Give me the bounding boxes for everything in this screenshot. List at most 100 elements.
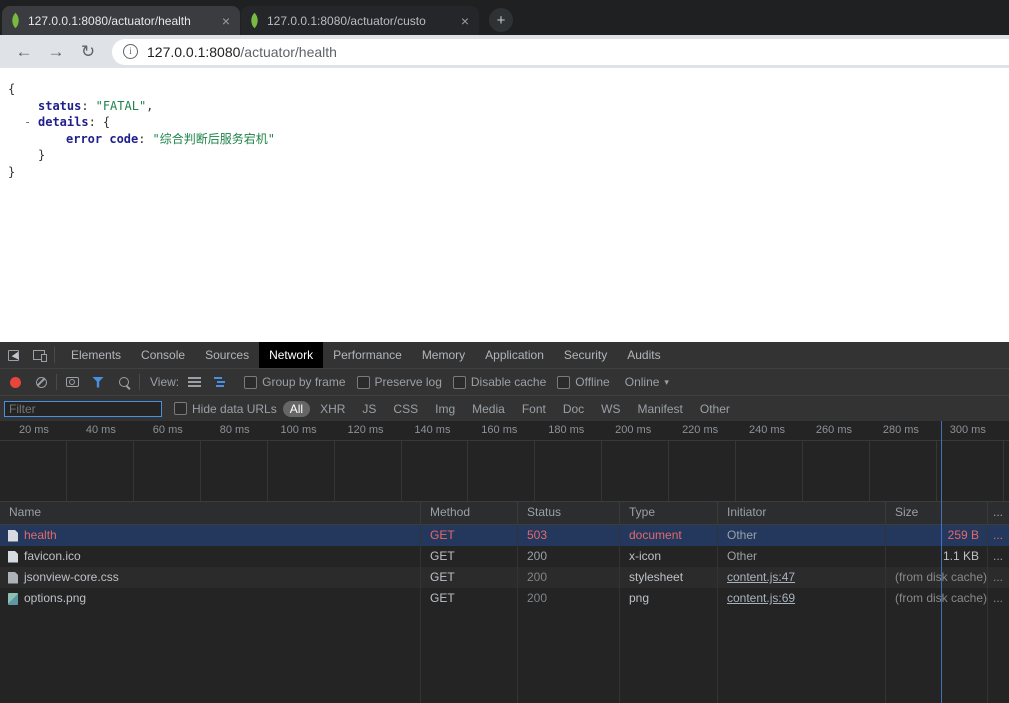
devtools-tab-console[interactable]: Console <box>131 342 195 368</box>
disable-cache-checkbox[interactable]: Disable cache <box>453 375 546 389</box>
network-request-row[interactable]: jsonview-core.cssGET200stylesheetcontent… <box>0 567 1009 588</box>
tab-close-icon[interactable]: × <box>459 14 471 28</box>
request-initiator-cell[interactable]: content.js:69 <box>718 588 886 609</box>
json-line: { <box>8 81 1009 98</box>
new-tab-button[interactable]: + <box>489 8 513 32</box>
small-request-rows-toggle[interactable] <box>181 369 207 395</box>
devtools-tab-application[interactable]: Application <box>475 342 554 368</box>
network-request-list: healthGET503documentOther259 B...favicon… <box>0 525 1009 609</box>
timeline-grid-cell <box>0 441 67 501</box>
json-colon: : <box>89 115 96 129</box>
request-type-cell: png <box>620 588 718 609</box>
clear-button[interactable] <box>28 369 54 395</box>
overview-waterfall-icon <box>214 377 227 387</box>
devtools-tab-memory[interactable]: Memory <box>412 342 475 368</box>
throttling-select[interactable]: Online▾ <box>625 375 669 389</box>
devtools-tab-security[interactable]: Security <box>554 342 617 368</box>
device-toolbar-button[interactable] <box>26 342 52 368</box>
request-initiator-cell: Other <box>718 546 886 567</box>
back-button[interactable]: ← <box>8 42 40 62</box>
request-type-filter-img[interactable]: Img <box>428 401 462 417</box>
request-size-cell: 259 B <box>886 525 988 546</box>
json-line: status:"FATAL", <box>8 98 1009 115</box>
request-type-filter-css[interactable]: CSS <box>386 401 425 417</box>
timeline-grid-cell <box>535 441 602 501</box>
column-header-name[interactable]: Name <box>0 502 421 524</box>
devtools-tabs: ElementsConsoleSourcesNetworkPerformance… <box>61 342 671 368</box>
network-request-row[interactable]: favicon.icoGET200x-iconOther1.1 KB... <box>0 546 1009 567</box>
timeline-grid-cell <box>669 441 736 501</box>
preserve-log-checkbox[interactable]: Preserve log <box>357 375 442 389</box>
devtools-tab-network[interactable]: Network <box>259 342 323 368</box>
record-button[interactable] <box>2 369 28 395</box>
timeline-grid-cell <box>870 441 937 501</box>
filter-toggle-button[interactable] <box>85 369 111 395</box>
filter-input[interactable] <box>4 401 162 417</box>
timeline-grid-cell <box>67 441 134 501</box>
devtools-tab-audits[interactable]: Audits <box>617 342 670 368</box>
checkbox-box <box>174 402 187 415</box>
search-button[interactable] <box>111 369 137 395</box>
url-path: /actuator/health <box>240 44 337 60</box>
timeline-tick-labels: 20 ms40 ms60 ms80 ms100 ms120 ms140 ms16… <box>0 421 1009 441</box>
timeline-grid-cell <box>937 441 1004 501</box>
show-overview-toggle[interactable] <box>207 369 233 395</box>
forward-button[interactable]: → <box>40 42 72 62</box>
network-request-row[interactable]: options.pngGET200pngcontent.js:69(from d… <box>0 588 1009 609</box>
column-header-method[interactable]: Method <box>421 502 518 524</box>
capture-screenshots-button[interactable] <box>59 369 85 395</box>
tab-close-icon[interactable]: × <box>220 14 232 28</box>
filler-cell <box>518 609 620 703</box>
request-type-filter-ws[interactable]: WS <box>594 401 627 417</box>
filler-cell <box>886 609 988 703</box>
request-type-filter-xhr[interactable]: XHR <box>313 401 352 417</box>
json-key-status: status <box>38 99 81 113</box>
network-request-row[interactable]: healthGET503documentOther259 B... <box>0 525 1009 546</box>
inspect-element-button[interactable] <box>0 342 26 368</box>
timeline-tick-label: 20 ms <box>0 421 67 440</box>
info-icon[interactable]: i <box>123 44 138 59</box>
timeline-tick-label: 260 ms <box>803 421 870 440</box>
request-name-label: health <box>24 525 57 546</box>
column-header-waterfall[interactable]: ... <box>988 502 1009 524</box>
browser-tab[interactable]: 127.0.0.1:8080/actuator/health× <box>2 6 240 35</box>
search-icon <box>119 377 129 387</box>
json-close-brace: } <box>38 148 45 162</box>
request-size-cell: (from disk cache) <box>886 567 988 588</box>
column-header-type[interactable]: Type <box>620 502 718 524</box>
devtools-tab-performance[interactable]: Performance <box>323 342 412 368</box>
devtools-tab-sources[interactable]: Sources <box>195 342 259 368</box>
request-waterfall-cell: ... <box>988 525 1009 546</box>
request-type-filter-manifest[interactable]: Manifest <box>631 401 690 417</box>
separator <box>139 374 140 390</box>
request-type-cell: stylesheet <box>620 567 718 588</box>
request-type-filter-doc[interactable]: Doc <box>556 401 591 417</box>
inspect-cursor-icon <box>8 350 19 361</box>
hide-data-urls-checkbox[interactable]: Hide data URLs <box>174 402 277 416</box>
checkbox-label: Group by frame <box>262 375 345 389</box>
group-by-frame-checkbox[interactable]: Group by frame <box>244 375 345 389</box>
collapse-toggle[interactable]: - <box>24 114 31 131</box>
offline-checkbox[interactable]: Offline <box>557 375 609 389</box>
request-initiator-cell[interactable]: content.js:47 <box>718 567 886 588</box>
request-status-cell: 200 <box>518 588 620 609</box>
timeline-tick-label: 140 ms <box>402 421 469 440</box>
request-type-filter-other[interactable]: Other <box>693 401 737 417</box>
request-type-filter-all[interactable]: All <box>283 401 310 417</box>
device-toolbar-icon <box>33 350 45 360</box>
request-status-cell: 200 <box>518 567 620 588</box>
address-bar[interactable]: i 127.0.0.1:8080/actuator/health <box>112 39 1009 65</box>
browser-tab[interactable]: 127.0.0.1:8080/actuator/custo× <box>241 6 479 35</box>
network-overview-timeline[interactable]: 20 ms40 ms60 ms80 ms100 ms120 ms140 ms16… <box>0 421 1009 502</box>
request-type-filter-media[interactable]: Media <box>465 401 512 417</box>
timeline-tick-label: 220 ms <box>669 421 736 440</box>
column-header-size[interactable]: Size <box>886 502 988 524</box>
request-type-filter-js[interactable]: JS <box>355 401 383 417</box>
request-type-filter-font[interactable]: Font <box>515 401 553 417</box>
filler-cell <box>620 609 718 703</box>
devtools-tab-bar: ElementsConsoleSourcesNetworkPerformance… <box>0 342 1009 368</box>
column-header-status[interactable]: Status <box>518 502 620 524</box>
devtools-tab-elements[interactable]: Elements <box>61 342 131 368</box>
column-header-initiator[interactable]: Initiator <box>718 502 886 524</box>
reload-button[interactable]: ↻ <box>72 42 104 62</box>
